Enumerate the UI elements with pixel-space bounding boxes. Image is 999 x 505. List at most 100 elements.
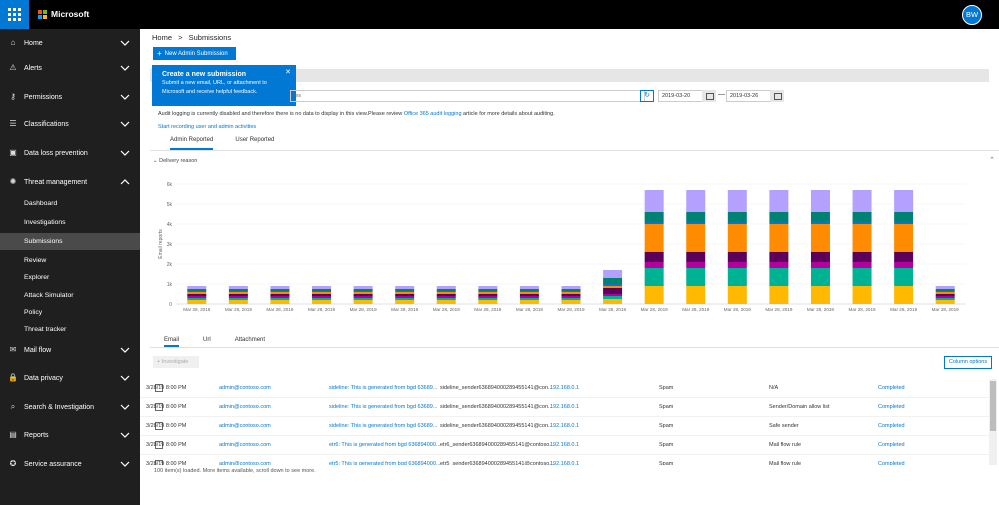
bar-segment[interactable]	[769, 222, 789, 224]
bar-segment[interactable]	[187, 300, 207, 304]
chevron-down-icon[interactable]	[120, 430, 130, 440]
tab-admin-reported[interactable]: Admin Reported	[170, 137, 214, 150]
tab-email[interactable]: Email	[164, 337, 180, 347]
bar-segment[interactable]	[395, 294, 415, 296]
bar-segment[interactable]	[727, 262, 747, 268]
submitter-cell[interactable]: admin@contoso.com	[219, 423, 271, 429]
bar-segment[interactable]	[603, 270, 623, 278]
bar-segment[interactable]	[603, 278, 623, 284]
chevron-down-icon[interactable]	[120, 345, 130, 355]
chevron-down-icon[interactable]	[120, 63, 130, 73]
sidebar-subitem-policy[interactable]: Policy	[0, 304, 140, 321]
chevron-down-icon[interactable]	[120, 148, 130, 158]
tab-user-reported[interactable]: User Reported	[235, 137, 274, 149]
submitter-cell[interactable]: admin@contoso.com	[219, 461, 271, 465]
bar-segment[interactable]	[810, 286, 830, 304]
subject-cell[interactable]: etr5: This is generated from bgd 6368940…	[329, 461, 441, 465]
subject-cell[interactable]: etr6: This is generated from bgd 6368940…	[329, 442, 441, 448]
bar-segment[interactable]	[686, 222, 706, 224]
bar-segment[interactable]	[561, 292, 581, 294]
bar-segment[interactable]	[727, 212, 747, 222]
scrollbar-thumb[interactable]	[990, 381, 996, 431]
bar-segment[interactable]	[187, 294, 207, 296]
bar-segment[interactable]	[270, 298, 290, 300]
bar-segment[interactable]	[478, 296, 498, 298]
sidebar-subitem-investigations[interactable]: Investigations	[0, 214, 140, 231]
subject-cell[interactable]: sideline: This is generated from bgd 636…	[329, 385, 437, 391]
chevron-up-icon[interactable]	[120, 177, 130, 187]
refresh-icon[interactable]: ↻	[640, 90, 654, 102]
bar-segment[interactable]	[436, 298, 456, 300]
sidebar-subitem-attack-simulator[interactable]: Attack Simulator	[0, 287, 140, 304]
bar-segment[interactable]	[644, 262, 664, 268]
table-row[interactable]: 3/28/19 8:00 PM admin@contoso.com sideline…	[140, 417, 989, 436]
bar-segment[interactable]	[312, 286, 332, 289]
submitter-cell[interactable]: admin@contoso.com	[219, 404, 271, 410]
bar-segment[interactable]	[519, 286, 539, 289]
bar-segment[interactable]	[935, 298, 955, 300]
sidebar-item-mail-flow[interactable]: ✉ Mail flow	[0, 340, 140, 360]
bar-segment[interactable]	[769, 190, 789, 212]
bar-segment[interactable]	[894, 252, 914, 262]
audit-logging-link[interactable]: Office 365 audit logging	[404, 111, 462, 117]
bar-segment[interactable]	[894, 268, 914, 286]
bar-segment[interactable]	[769, 224, 789, 252]
bar-segment[interactable]	[852, 286, 872, 304]
bar-segment[interactable]	[478, 294, 498, 296]
bar-segment[interactable]	[395, 286, 415, 289]
status-cell[interactable]: Completed	[878, 442, 905, 448]
bar-segment[interactable]	[312, 294, 332, 296]
table-row[interactable]: 3/28/19 8:00 PM admin@contoso.com etr5: Th…	[140, 455, 989, 465]
bar-segment[interactable]	[561, 286, 581, 289]
bar-segment[interactable]	[686, 252, 706, 262]
bar-segment[interactable]	[395, 289, 415, 291]
bar-segment[interactable]	[478, 286, 498, 289]
tab-url[interactable]: Url	[203, 337, 211, 346]
bar-segment[interactable]	[561, 296, 581, 298]
bar-segment[interactable]	[894, 190, 914, 212]
bar-segment[interactable]	[727, 222, 747, 224]
bar-segment[interactable]	[810, 212, 830, 222]
bar-segment[interactable]	[561, 300, 581, 304]
bar-segment[interactable]	[228, 298, 248, 300]
bar-segment[interactable]	[312, 300, 332, 304]
bar-segment[interactable]	[894, 224, 914, 252]
bar-segment[interactable]	[228, 292, 248, 294]
ip-cell[interactable]: 192.168.0.1	[550, 442, 579, 448]
bar-segment[interactable]	[519, 292, 539, 294]
sidebar-item-permissions[interactable]: ⚷ Permissions	[0, 87, 140, 107]
table-row[interactable]: 3/28/19 8:00 PM admin@contoso.com etr6: Th…	[140, 436, 989, 455]
bar-segment[interactable]	[436, 286, 456, 289]
bar-segment[interactable]	[686, 286, 706, 304]
bar-segment[interactable]	[436, 291, 456, 292]
bar-segment[interactable]	[312, 289, 332, 291]
sidebar-item-threat-management[interactable]: ✺ Threat management	[0, 172, 140, 192]
sidebar-item-classifications[interactable]: ☰ Classifications	[0, 114, 140, 134]
bar-segment[interactable]	[935, 296, 955, 298]
bar-segment[interactable]	[727, 224, 747, 252]
chevron-down-icon[interactable]	[120, 402, 130, 412]
bar-segment[interactable]	[686, 212, 706, 222]
bar-segment[interactable]	[727, 190, 747, 212]
bar-segment[interactable]	[312, 296, 332, 298]
bar-segment[interactable]	[810, 252, 830, 262]
bar-segment[interactable]	[270, 294, 290, 296]
bar-segment[interactable]	[436, 300, 456, 304]
chevron-down-icon[interactable]	[120, 38, 130, 48]
status-cell[interactable]: Completed	[878, 404, 905, 410]
bar-segment[interactable]	[353, 289, 373, 291]
sidebar-item-data-privacy[interactable]: 🔒 Data privacy	[0, 368, 140, 388]
breadcrumb-home[interactable]: Home	[152, 33, 172, 42]
bar-segment[interactable]	[727, 268, 747, 286]
sidebar-subitem-dashboard[interactable]: Dashboard	[0, 195, 140, 212]
bar-segment[interactable]	[935, 294, 955, 296]
bar-segment[interactable]	[228, 286, 248, 289]
submitter-cell[interactable]: admin@contoso.com	[219, 442, 271, 448]
bar-segment[interactable]	[935, 300, 955, 304]
sidebar-item-reports[interactable]: ▤ Reports	[0, 425, 140, 445]
bar-segment[interactable]	[727, 252, 747, 262]
table-row[interactable]: 3/28/19 8:00 PM admin@contoso.com sideline…	[140, 379, 989, 398]
sidebar-item-search-investigation[interactable]: ⌕ Search & Investigation	[0, 397, 140, 417]
user-avatar[interactable]: BW	[962, 5, 982, 25]
bar-segment[interactable]	[270, 296, 290, 298]
